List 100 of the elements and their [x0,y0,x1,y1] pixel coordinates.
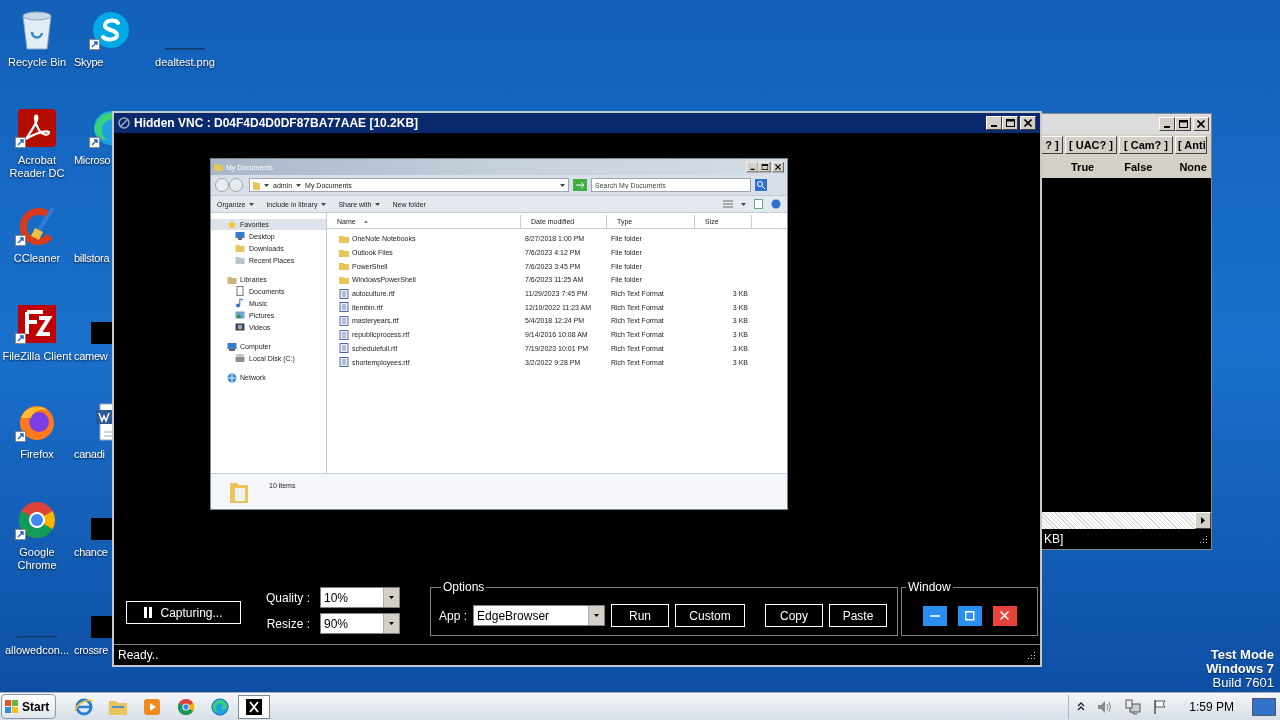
quality-label: Quality : [265,589,310,607]
document-icon [235,286,245,296]
resize-dropdown[interactable]: 90% [320,613,400,634]
media-player-icon [143,697,161,716]
caret-icon [321,202,327,206]
help-icon[interactable] [771,199,781,209]
action-button[interactable]: Run [611,604,670,627]
desktop-icon-label[interactable]: FileZilla Client [1,350,73,363]
desktop-icon-label[interactable]: CCleaner [12,252,62,265]
desktop-icon-label[interactable]: dealtest.png [154,56,216,69]
maximize-button[interactable] [758,161,771,173]
filezilla-icon [17,304,57,344]
desktop-icon-label[interactable]: chance [74,546,108,559]
app-dropdown[interactable]: EdgeBrowser [473,605,606,626]
star-icon [227,219,237,230]
caret-icon [375,202,381,206]
desktop-icon-label[interactable]: canadi [74,448,105,461]
start-button[interactable]: Start [1,694,56,719]
monitor-icon [235,231,245,241]
minimize-icon [750,168,755,170]
windows-logo-icon [5,700,19,713]
chevron-icon [296,183,302,187]
recycle-bin-icon [20,10,54,50]
minimize-icon [929,614,940,617]
scroll-right-button[interactable] [1195,512,1211,529]
status-text: Ready.. [118,647,159,664]
ccleaner-icon [17,206,57,246]
search-icon[interactable] [755,179,767,191]
group-title: Window [907,579,952,596]
caret-icon [388,596,395,599]
minimize-icon [991,125,997,127]
folder-icon [214,163,223,171]
minimize-button[interactable] [986,116,1002,130]
desktop-icon-label[interactable]: Firefox [19,448,55,461]
skype-icon [91,10,131,50]
minimize-button[interactable] [1159,117,1175,131]
show-desktop-icon[interactable] [1252,697,1276,716]
status-text: KB] [1044,531,1064,548]
desktop-icon-label[interactable]: Skype [74,56,104,69]
desktop-icon-label[interactable]: crossre [74,644,108,657]
acrobat-icon [17,108,57,148]
computer-icon [227,341,237,352]
flag-icon[interactable] [1153,699,1168,714]
capture-button[interactable]: Capturing... [126,601,241,624]
desktop-icon-label[interactable]: billstora [74,252,110,265]
action-button[interactable]: Copy [765,604,824,627]
value-cell-text: False [1124,159,1153,175]
os-notice-text: Test Mode [1210,648,1274,662]
edge-icon [211,697,229,716]
desktop-icon-label[interactable]: Microso [74,154,111,167]
app-label: App : [439,607,468,625]
desktop-icon-label[interactable]: camew [74,350,108,363]
desktop-icon-label[interactable]: allowedcon... [3,644,71,657]
preview-pane-icon[interactable] [754,199,763,209]
right-arrow-icon [1201,517,1205,524]
maximize-icon [1005,119,1015,127]
caret-icon [388,622,395,625]
taskbar-app-button[interactable] [238,694,270,719]
column-tab[interactable]: [ Anti [1175,136,1207,154]
desktop-icon-label[interactable]: Acrobat Reader DC [0,154,74,180]
close-button[interactable] [1020,116,1036,130]
document-icon [339,343,349,354]
quality-dropdown[interactable]: 10% [320,587,400,608]
network-icon [227,372,237,383]
pause-icon [144,607,153,618]
maximize-button[interactable] [1002,116,1018,130]
caret-icon [560,183,565,187]
action-button[interactable]: Custom [675,604,746,627]
close-icon [1197,120,1205,128]
sort-arrow-icon [363,220,368,223]
column-tab[interactable]: [ Cam? ] [1119,136,1173,154]
value-cell-text: None [1179,159,1207,175]
value-cell-text: True [1071,159,1095,175]
minimize-button[interactable] [922,605,947,626]
network-icon[interactable] [1125,698,1142,715]
window-icon [118,117,130,129]
x-logo-icon [246,698,262,715]
speaker-icon[interactable] [1097,699,1114,714]
maximize-button[interactable] [1175,117,1191,131]
close-button[interactable] [992,605,1017,626]
refresh-button[interactable] [573,179,587,191]
library-icon [227,274,237,285]
maximize-button[interactable] [957,605,982,626]
maximize-icon [964,610,975,621]
chevron-up-icon[interactable] [1077,702,1086,711]
resize-label: Resize : [265,615,310,633]
document-icon [339,302,349,313]
group-title: Options [442,579,486,596]
close-icon [1000,611,1009,620]
column-tab[interactable]: [ UAC? ] [1065,136,1117,154]
action-button[interactable]: Paste [829,604,888,627]
maximize-icon [1178,120,1188,128]
film-icon [235,322,245,332]
close-button[interactable] [1193,117,1209,131]
os-notice-text: Build 7601 [1212,676,1274,690]
desktop-icon-label[interactable]: Recycle Bin [6,56,68,69]
clock-text[interactable]: 1:59 PM [1189,697,1234,716]
close-button[interactable] [772,161,784,173]
caret-icon [593,614,601,617]
desktop-icon-label[interactable]: Google Chrome [0,546,74,572]
